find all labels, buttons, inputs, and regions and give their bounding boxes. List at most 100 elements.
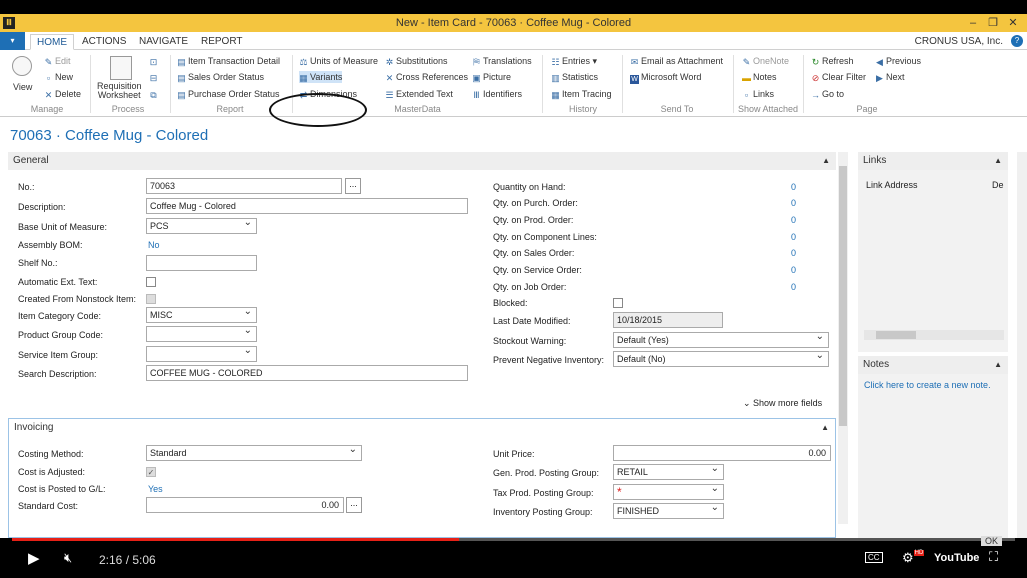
- collapse-icon[interactable]: ▲: [994, 152, 1002, 170]
- new-button[interactable]: ▫New: [44, 71, 73, 83]
- gen-prod-posting-group-select[interactable]: RETAIL: [613, 464, 724, 480]
- ok-button[interactable]: OK: [981, 536, 1002, 546]
- notes-header[interactable]: Notes▲: [858, 356, 1008, 374]
- next-button[interactable]: ▶Next: [875, 71, 905, 83]
- factbox-scrollbar[interactable]: [1017, 152, 1027, 538]
- links-hscrollbar[interactable]: [864, 330, 1004, 340]
- onenote-button[interactable]: ✎OneNote: [742, 55, 789, 67]
- collapse-icon[interactable]: ▲: [994, 356, 1002, 374]
- tab-actions[interactable]: ACTIONS: [76, 34, 132, 50]
- qty-sales-value[interactable]: 0: [791, 248, 796, 258]
- settings-icon[interactable]: ⚙HD: [902, 550, 924, 566]
- statistics-button[interactable]: ▥Statistics: [551, 71, 598, 83]
- tab-navigate[interactable]: NAVIGATE: [133, 34, 194, 50]
- no-field[interactable]: 70063: [146, 178, 342, 194]
- general-header[interactable]: General▲: [8, 152, 836, 170]
- cross-references-button[interactable]: ✕Cross References: [385, 71, 468, 83]
- process-action-icon-3[interactable]: ⧉: [149, 88, 160, 100]
- product-group-select[interactable]: [146, 326, 257, 342]
- inventory-posting-group-select[interactable]: FINISHED: [613, 503, 724, 519]
- application-menu-button[interactable]: ▾: [0, 32, 25, 50]
- qty-sales-label: Qty. on Sales Order:: [493, 248, 574, 258]
- qty-component-value[interactable]: 0: [791, 232, 796, 242]
- qty-on-hand-value[interactable]: 0: [791, 182, 796, 192]
- qty-job-value[interactable]: 0: [791, 282, 796, 292]
- links-button[interactable]: ▫Links: [742, 88, 774, 100]
- base-uom-label: Base Unit of Measure:: [18, 222, 107, 232]
- translations-button[interactable]: ⛿Translations: [472, 55, 532, 67]
- cost-posted-value[interactable]: Yes: [148, 484, 163, 494]
- view-icon[interactable]: [12, 56, 32, 76]
- links-header[interactable]: Links▲: [858, 152, 1008, 170]
- auto-ext-text-checkbox[interactable]: [146, 277, 156, 287]
- microsoft-word-button[interactable]: WMicrosoft Word: [630, 71, 701, 84]
- identifiers-button[interactable]: ⅢIdentifiers: [472, 88, 522, 100]
- email-as-attachment-button[interactable]: ✉Email as Attachment: [630, 55, 723, 67]
- play-icon[interactable]: ▶: [28, 549, 40, 567]
- go-to-button[interactable]: →Go to: [811, 88, 844, 100]
- assembly-bom-value[interactable]: No: [148, 240, 160, 250]
- collapse-icon[interactable]: ▲: [821, 419, 829, 437]
- clear-filter-button[interactable]: ⊘Clear Filter: [811, 71, 866, 83]
- extended-text-button[interactable]: ☰Extended Text: [385, 88, 453, 100]
- company-name[interactable]: CRONUS USA, Inc.: [915, 34, 1003, 50]
- youtube-logo[interactable]: YouTube: [934, 552, 979, 564]
- cost-adjusted-label: Cost is Adjusted:: [18, 467, 85, 477]
- scrollbar-thumb[interactable]: [839, 166, 847, 426]
- blocked-checkbox[interactable]: [613, 298, 623, 308]
- base-uom-select[interactable]: PCS: [146, 218, 257, 234]
- close-button[interactable]: ✕: [1003, 14, 1023, 32]
- captions-icon[interactable]: CC: [865, 552, 883, 563]
- previous-button[interactable]: ◀Previous: [875, 55, 921, 67]
- restore-button[interactable]: ❐: [983, 14, 1003, 32]
- item-category-select[interactable]: MISC: [146, 307, 257, 323]
- minimize-button[interactable]: –: [963, 14, 983, 32]
- search-description-field[interactable]: COFFEE MUG - COLORED: [146, 365, 468, 381]
- variants-button[interactable]: ▦Variants: [299, 71, 342, 83]
- prevent-negative-select[interactable]: Default (No): [613, 351, 829, 367]
- collapse-icon[interactable]: ▲: [822, 152, 830, 170]
- fullscreen-icon[interactable]: ⛶: [989, 549, 998, 565]
- picture-button[interactable]: ▣Picture: [472, 71, 511, 83]
- purchase-order-status-button[interactable]: ▤Purchase Order Status: [177, 88, 280, 100]
- main-scrollbar[interactable]: [838, 152, 848, 524]
- costing-method-select[interactable]: Standard: [146, 445, 362, 461]
- entries-button[interactable]: ☷Entries ▾: [551, 55, 597, 67]
- sales-order-status-button[interactable]: ▤Sales Order Status: [177, 71, 264, 83]
- qty-prod-label: Qty. on Prod. Order:: [493, 215, 573, 225]
- tax-prod-posting-group-select[interactable]: *: [613, 484, 724, 500]
- help-icon[interactable]: ?: [1011, 35, 1023, 47]
- links-icon: ▫: [742, 91, 751, 100]
- item-tracing-button[interactable]: ▦Item Tracing: [551, 88, 612, 100]
- tab-home[interactable]: HOME: [30, 34, 74, 50]
- mute-icon[interactable]: 🔇︎: [64, 550, 72, 566]
- delete-button[interactable]: ✕Delete: [44, 88, 81, 100]
- tab-report[interactable]: REPORT: [195, 34, 249, 50]
- process-action-icon-2[interactable]: ⊟: [149, 71, 160, 83]
- show-more-fields-link[interactable]: ⌄ Show more fields: [743, 398, 822, 409]
- worksheet-icon[interactable]: [110, 56, 132, 80]
- shelf-no-field[interactable]: [146, 255, 257, 271]
- qty-prod-value[interactable]: 0: [791, 215, 796, 225]
- no-assist-button[interactable]: ...: [345, 178, 361, 194]
- substitutions-button[interactable]: ✲Substitutions: [385, 55, 448, 67]
- video-progress-bar[interactable]: [12, 538, 1015, 541]
- standard-cost-field[interactable]: 0.00: [146, 497, 344, 513]
- qty-service-value[interactable]: 0: [791, 265, 796, 275]
- notes-button[interactable]: ▬Notes: [742, 71, 777, 83]
- create-note-link[interactable]: Click here to create a new note.: [864, 380, 991, 390]
- item-transaction-detail-button[interactable]: ▤Item Transaction Detail: [177, 55, 280, 67]
- qty-purch-value[interactable]: 0: [791, 198, 796, 208]
- units-of-measure-button[interactable]: ⚖Units of Measure: [299, 55, 378, 67]
- invoicing-header[interactable]: Invoicing▲: [9, 419, 835, 437]
- service-item-group-select[interactable]: [146, 346, 257, 362]
- requisition-worksheet-button[interactable]: RequisitionWorksheet: [97, 82, 142, 100]
- stockout-warning-select[interactable]: Default (Yes): [613, 332, 829, 348]
- standard-cost-assist-button[interactable]: ...: [346, 497, 362, 513]
- description-field[interactable]: Coffee Mug - Colored: [146, 198, 468, 214]
- process-action-icon-1[interactable]: ⊡: [149, 55, 160, 67]
- view-button[interactable]: View: [13, 81, 32, 93]
- refresh-button[interactable]: ↻Refresh: [811, 55, 854, 67]
- unit-price-field[interactable]: 0.00: [613, 445, 831, 461]
- edit-button[interactable]: ✎Edit: [44, 55, 71, 67]
